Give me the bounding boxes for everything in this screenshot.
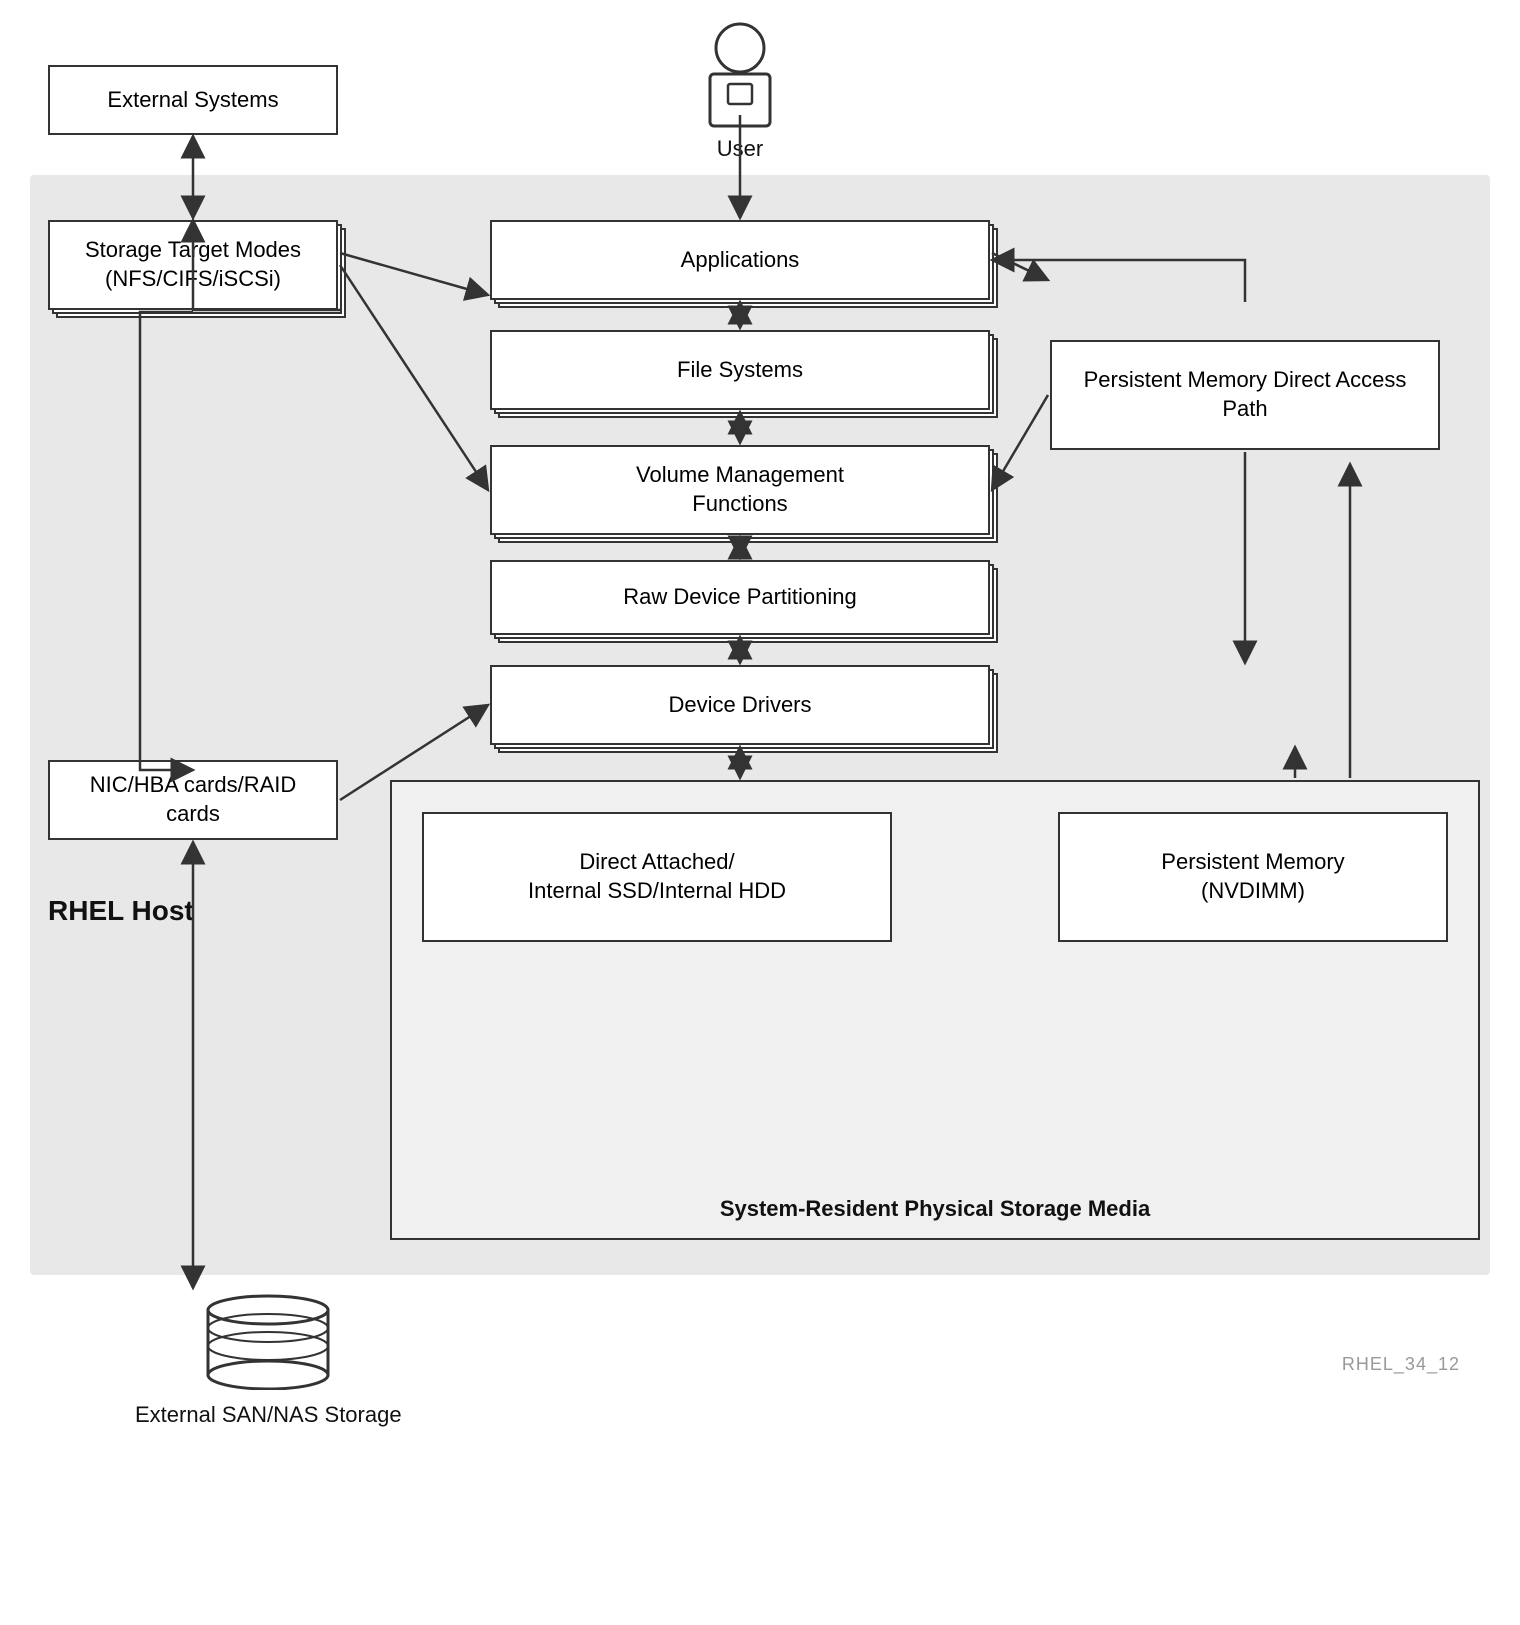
diagram-container: External Systems User Storage Target Mod… bbox=[0, 0, 1520, 1625]
box-direct-attached: Direct Attached/Internal SSD/Internal HD… bbox=[422, 812, 892, 942]
user-label: User bbox=[717, 136, 763, 162]
box-persistent-memory-nvdimm: Persistent Memory(NVDIMM) bbox=[1058, 812, 1448, 942]
cylinder-container: External SAN/NAS Storage bbox=[135, 1290, 402, 1428]
box-storage-target: Storage Target Modes(NFS/CIFS/iSCSi) bbox=[48, 220, 338, 310]
box-raw-device: Raw Device Partitioning bbox=[490, 560, 990, 635]
watermark: RHEL_34_12 bbox=[1342, 1354, 1460, 1375]
file-systems-label: File Systems bbox=[677, 356, 803, 385]
box-external-systems: External Systems bbox=[48, 65, 338, 135]
cylinder-icon bbox=[198, 1290, 338, 1390]
external-san-label: External SAN/NAS Storage bbox=[135, 1402, 402, 1428]
storage-target-label: Storage Target Modes(NFS/CIFS/iSCSi) bbox=[85, 236, 301, 293]
box-file-systems: File Systems bbox=[490, 330, 990, 410]
box-applications: Applications bbox=[490, 220, 990, 300]
direct-attached-label: Direct Attached/Internal SSD/Internal HD… bbox=[528, 848, 786, 905]
device-drivers-label: Device Drivers bbox=[668, 691, 811, 720]
rhel-host-label: RHEL Host bbox=[48, 895, 194, 927]
box-persistent-access: Persistent Memory Direct Access Path bbox=[1050, 340, 1440, 450]
nic-hba-label: NIC/HBA cards/RAID cards bbox=[66, 771, 320, 828]
persistent-memory-nvdimm-label: Persistent Memory(NVDIMM) bbox=[1161, 848, 1344, 905]
box-nic-hba: NIC/HBA cards/RAID cards bbox=[48, 760, 338, 840]
volume-mgmt-label: Volume ManagementFunctions bbox=[636, 461, 844, 518]
user-icon bbox=[700, 20, 780, 130]
raw-device-label: Raw Device Partitioning bbox=[623, 583, 857, 612]
persistent-access-label: Persistent Memory Direct Access Path bbox=[1068, 366, 1422, 423]
applications-label: Applications bbox=[681, 246, 800, 275]
box-volume-mgmt: Volume ManagementFunctions bbox=[490, 445, 990, 535]
system-resident-label: System-Resident Physical Storage Media bbox=[392, 1196, 1478, 1222]
box-device-drivers: Device Drivers bbox=[490, 665, 990, 745]
user-figure: User bbox=[700, 20, 780, 162]
external-systems-label: External Systems bbox=[107, 86, 278, 115]
box-system-resident: Direct Attached/Internal SSD/Internal HD… bbox=[390, 780, 1480, 1240]
